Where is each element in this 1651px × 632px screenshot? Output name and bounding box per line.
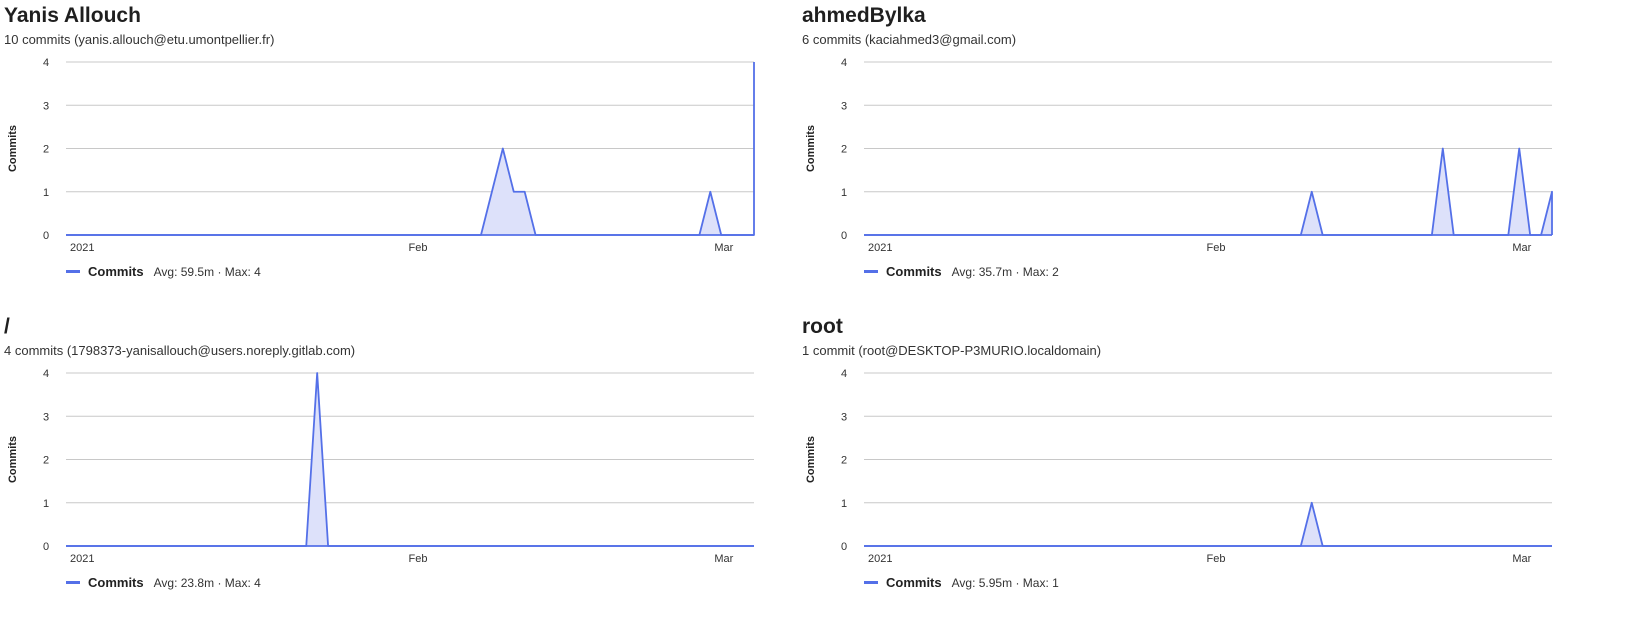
y-tick-label: 2: [43, 455, 49, 467]
legend-series-name: Commits: [886, 264, 942, 279]
y-tick-label: 2: [841, 144, 847, 156]
x-tick-label: Mar: [714, 242, 733, 254]
x-tick-label: Feb: [409, 242, 428, 254]
legend-stats: Avg: 5.95m · Max: 1: [951, 575, 1059, 590]
y-tick-label: 1: [841, 498, 847, 510]
y-axis-label: Commits: [7, 125, 19, 172]
y-axis-label: Commits: [7, 436, 19, 483]
contributor-commit-summary: 6 commits (kaciahmed3@gmail.com): [802, 32, 1017, 47]
commits-chart: 0 1 2 3 4 Commits 2021 Feb Mar: [7, 368, 754, 565]
commits-chart: 0 1 2 3 4 Commits 2021 Feb Mar: [805, 57, 1553, 254]
y-tick-label: 0: [841, 230, 847, 242]
contributor-panel: / 4 commits (1798373-yanisallouch@users.…: [4, 313, 844, 629]
series-line: [864, 501, 1552, 547]
contributor-commit-summary: 10 commits (yanis.allouch@etu.umontpelli…: [4, 32, 275, 47]
y-tick-label: 3: [43, 100, 49, 112]
chart-legend[interactable]: Commits Avg: 23.8m · Max: 4: [66, 575, 261, 590]
y-tick-label: 4: [841, 57, 847, 69]
contributor-panel: root 1 commit (root@DESKTOP-P3MURIO.loca…: [802, 313, 1642, 629]
legend-stats: Avg: 35.7m · Max: 2: [951, 264, 1059, 279]
x-tick-label: Feb: [409, 553, 428, 565]
x-tick-label: Mar: [1512, 553, 1531, 565]
legend-series-name: Commits: [88, 575, 144, 590]
y-tick-label: 0: [43, 230, 49, 242]
legend-swatch: [66, 581, 80, 584]
contributor-name: Yanis Allouch: [4, 4, 141, 27]
y-tick-label: 1: [43, 187, 49, 199]
x-tick-label: 2021: [70, 242, 94, 254]
y-tick-label: 0: [841, 541, 847, 553]
legend-stats: Avg: 23.8m · Max: 4: [153, 575, 261, 590]
legend-series-name: Commits: [88, 264, 144, 279]
x-tick-label: 2021: [868, 242, 892, 254]
y-tick-label: 3: [841, 411, 847, 423]
chart-legend[interactable]: Commits Avg: 59.5m · Max: 4: [66, 264, 261, 279]
commits-chart: 0 1 2 3 4 Commits 2021 Feb Mar: [7, 57, 755, 254]
x-tick-label: Feb: [1207, 553, 1226, 565]
legend-swatch: [864, 581, 878, 584]
commits-chart: 0 1 2 3 4 Commits 2021 Feb Mar: [805, 368, 1552, 565]
contributor-name: ahmedBylka: [802, 4, 926, 27]
contributor-name: /: [4, 315, 10, 338]
y-tick-label: 4: [43, 57, 49, 69]
legend-stats: Avg: 59.5m · Max: 4: [153, 264, 261, 279]
legend-swatch: [864, 270, 878, 273]
chart-legend[interactable]: Commits Avg: 5.95m · Max: 1: [864, 575, 1059, 590]
y-tick-label: 2: [43, 144, 49, 156]
y-tick-label: 3: [43, 411, 49, 423]
contributor-panel: ahmedBylka 6 commits (kaciahmed3@gmail.c…: [802, 2, 1642, 318]
legend-series-name: Commits: [886, 575, 942, 590]
contributor-commit-summary: 1 commit (root@DESKTOP-P3MURIO.localdoma…: [802, 343, 1102, 358]
x-tick-label: Feb: [1207, 242, 1226, 254]
y-axis-label: Commits: [805, 125, 817, 172]
series-area: [864, 502, 1552, 546]
y-tick-label: 0: [43, 541, 49, 553]
y-tick-label: 3: [841, 100, 847, 112]
y-tick-label: 1: [841, 187, 847, 199]
y-tick-label: 1: [43, 498, 49, 510]
y-tick-label: 4: [841, 368, 847, 380]
contributor-commit-summary: 4 commits (1798373-yanisallouch@users.no…: [4, 343, 356, 358]
contributor-name: root: [802, 315, 843, 338]
x-tick-label: Mar: [1512, 242, 1531, 254]
y-tick-label: 2: [841, 455, 847, 467]
y-tick-label: 4: [43, 368, 49, 380]
x-tick-label: 2021: [70, 553, 94, 565]
chart-legend[interactable]: Commits Avg: 35.7m · Max: 2: [864, 264, 1059, 279]
legend-swatch: [66, 270, 80, 273]
x-tick-label: 2021: [868, 553, 892, 565]
y-axis-label: Commits: [805, 436, 817, 483]
x-tick-label: Mar: [714, 553, 733, 565]
contributor-panel: Yanis Allouch 10 commits (yanis.allouch@…: [4, 2, 844, 318]
